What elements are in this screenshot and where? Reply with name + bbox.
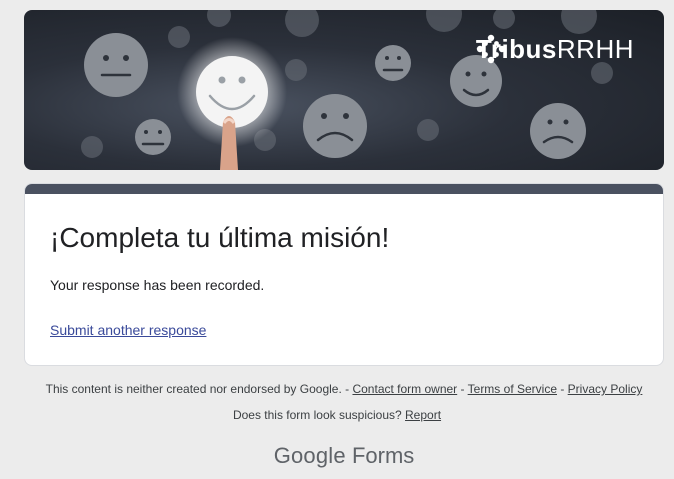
card-accent-bar bbox=[25, 184, 663, 194]
contact-form-owner-link[interactable]: Contact form owner bbox=[352, 382, 457, 396]
disclaimer-text: This content is neither created nor endo… bbox=[45, 382, 353, 396]
privacy-policy-link[interactable]: Privacy Policy bbox=[568, 382, 643, 396]
submit-another-response-link[interactable]: Submit another response bbox=[50, 322, 206, 338]
form-title: ¡Completa tu última misión! bbox=[50, 222, 390, 253]
logo-diamond-icon bbox=[476, 34, 506, 64]
report-link[interactable]: Report bbox=[405, 408, 441, 422]
form-confirmation-page: TribusRRHH ¡Completa tu última misión! Y… bbox=[0, 0, 674, 479]
google-forms-logo[interactable]: Google Forms bbox=[0, 443, 674, 469]
google-wordmark: Google bbox=[273, 443, 346, 468]
footer-disclaimer: This content is neither created nor endo… bbox=[7, 382, 674, 396]
response-recorded-message: Your response has been recorded. bbox=[50, 277, 265, 293]
suspicious-text: Does this form look suspicious? bbox=[232, 408, 406, 422]
footer-report: Does this form look suspicious? Report bbox=[0, 408, 674, 422]
terms-of-service-link[interactable]: Terms of Service bbox=[468, 382, 557, 396]
separator: - bbox=[457, 382, 468, 396]
tribus-rrhh-logo: TribusRRHH bbox=[476, 34, 634, 65]
separator: - bbox=[557, 382, 568, 396]
confirmation-card: ¡Completa tu última misión! Your respons… bbox=[24, 183, 664, 366]
forms-wordmark: Forms bbox=[351, 443, 415, 468]
header-banner: TribusRRHH bbox=[24, 10, 664, 170]
